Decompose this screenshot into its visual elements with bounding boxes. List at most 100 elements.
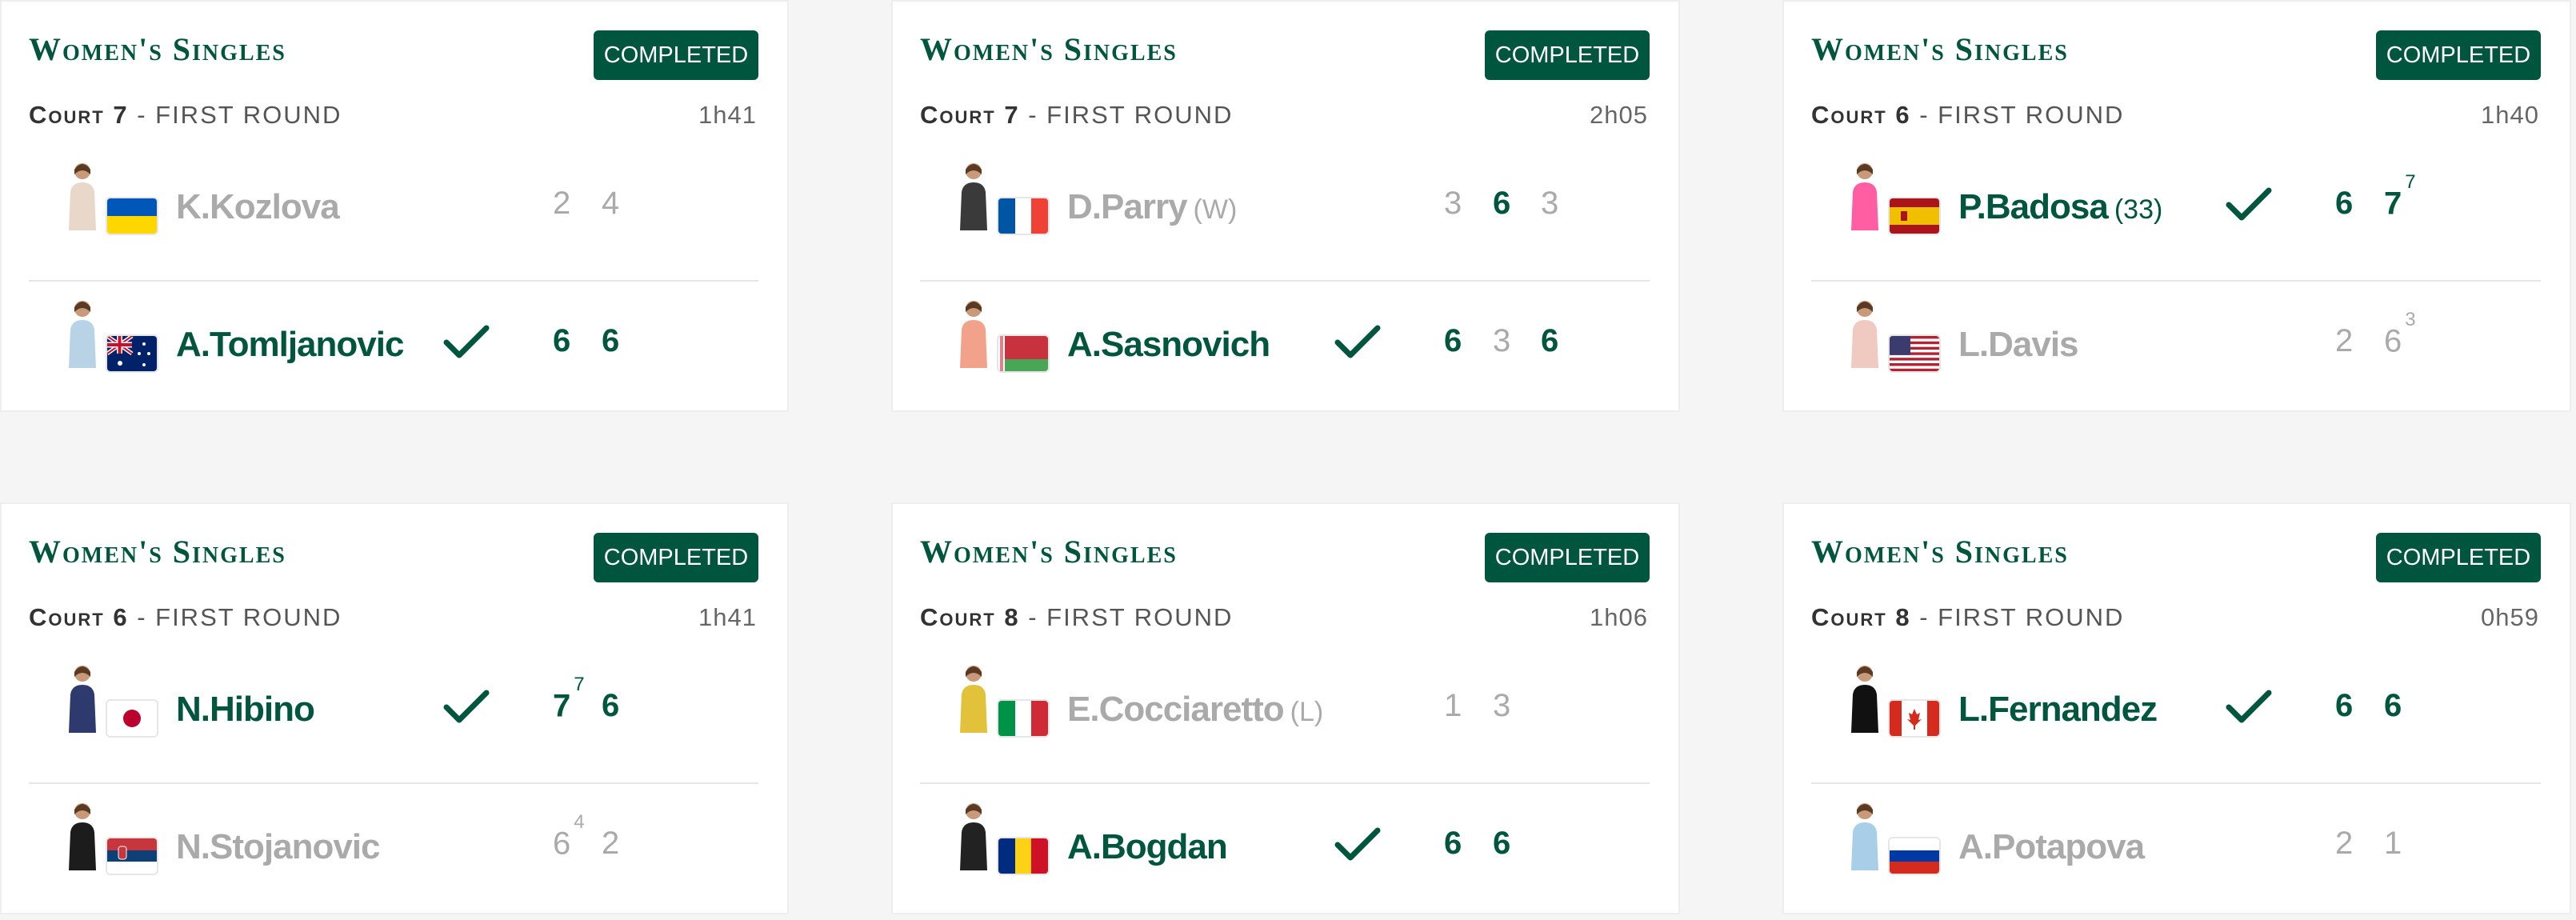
round-label: - FIRST ROUND	[1910, 101, 2125, 129]
set-score: 6	[1444, 323, 1462, 358]
set-score: 2	[2335, 826, 2354, 861]
set-score: 77	[2384, 171, 2416, 222]
set-score: 6	[602, 323, 620, 358]
court-name: Court 6	[29, 603, 129, 631]
set-scores: 77 6	[29, 646, 758, 782]
status-badge: COMPLETED	[1485, 30, 1650, 80]
set-scores: 64 2	[29, 784, 758, 920]
tiebreak-score: 7	[574, 674, 585, 695]
court-name: Court 7	[920, 101, 1020, 129]
event-title: Women's Singles	[920, 534, 1178, 570]
match-duration: 1h06	[1590, 603, 1648, 631]
set-score: 1	[1444, 688, 1462, 723]
player-row[interactable]: N.Hibino 77 6	[29, 646, 758, 784]
event-title: Women's Singles	[29, 534, 286, 570]
status-badge: COMPLETED	[2376, 30, 2541, 80]
player-row[interactable]: A.Sasnovich 636	[920, 282, 1650, 418]
event-title: Women's Singles	[920, 31, 1178, 67]
match-card[interactable]: Women's Singles COMPLETED Court 7 - FIRS…	[891, 0, 1680, 412]
match-duration: 1h41	[698, 603, 757, 631]
set-score: 3	[1493, 323, 1511, 358]
court-info: Court 8 - FIRST ROUND	[920, 603, 1233, 632]
status-badge: COMPLETED	[2376, 533, 2541, 582]
match-duration: 1h41	[698, 101, 757, 129]
court-info: Court 7 - FIRST ROUND	[920, 101, 1233, 130]
set-score: 6	[602, 688, 620, 723]
set-score: 3	[1493, 688, 1511, 723]
set-score: 3	[1444, 186, 1462, 221]
player-row[interactable]: P.Badosa (33) 6 77	[1811, 144, 2541, 282]
set-scores: 66	[920, 784, 1650, 920]
set-score: 3	[1541, 186, 1559, 221]
match-duration: 1h40	[2481, 101, 2539, 129]
winner-check-icon	[1334, 323, 1381, 362]
winner-check-icon	[443, 688, 490, 726]
court-name: Court 6	[1811, 101, 1911, 129]
set-score: 64	[553, 811, 585, 862]
player-row[interactable]: L.Fernandez 66	[1811, 646, 2541, 784]
winner-check-icon	[2226, 186, 2272, 224]
player-row[interactable]: N.Stojanovic 64 2	[29, 784, 758, 920]
tiebreak-score: 3	[2405, 309, 2416, 330]
set-score: 63	[2384, 309, 2416, 359]
set-scores: 2 63	[1811, 282, 2541, 418]
match-card[interactable]: Women's Singles COMPLETED Court 8 - FIRS…	[891, 502, 1680, 914]
player-row[interactable]: E.Cocciaretto (L) 13	[920, 646, 1650, 784]
winner-check-icon	[1334, 826, 1381, 864]
court-info: Court 6 - FIRST ROUND	[29, 603, 342, 632]
set-scores: 636	[920, 282, 1650, 418]
set-scores: 13	[920, 646, 1650, 782]
status-badge: COMPLETED	[1485, 533, 1650, 582]
winner-check-icon	[443, 323, 490, 362]
set-scores: 363	[920, 144, 1650, 280]
set-scores: 66	[1811, 646, 2541, 782]
player-row[interactable]: A.Potapova 21	[1811, 784, 2541, 920]
court-info: Court 6 - FIRST ROUND	[1811, 101, 2124, 130]
set-score: 6	[2335, 688, 2354, 723]
match-card[interactable]: Women's Singles COMPLETED Court 7 - FIRS…	[0, 0, 789, 412]
set-scores: 21	[1811, 784, 2541, 920]
set-score: 6	[553, 323, 571, 358]
set-scores: 66	[29, 282, 758, 418]
tiebreak-score: 7	[2405, 171, 2416, 193]
court-name: Court 7	[29, 101, 129, 129]
round-label: - FIRST ROUND	[1019, 603, 1234, 631]
set-score: 1	[2384, 826, 2402, 861]
winner-check-icon	[2226, 688, 2272, 726]
court-name: Court 8	[1811, 603, 1911, 631]
round-label: - FIRST ROUND	[1019, 101, 1234, 129]
match-duration: 2h05	[1590, 101, 1648, 129]
set-scores: 24	[29, 144, 758, 280]
set-score: 6	[2384, 688, 2402, 723]
match-card[interactable]: Women's Singles COMPLETED Court 8 - FIRS…	[1782, 502, 2571, 914]
status-badge: COMPLETED	[594, 533, 758, 582]
event-title: Women's Singles	[1811, 31, 2069, 67]
player-row[interactable]: A.Tomljanovic 66	[29, 282, 758, 418]
player-row[interactable]: K.Kozlova 24	[29, 144, 758, 282]
set-score: 6	[2335, 186, 2354, 221]
court-info: Court 8 - FIRST ROUND	[1811, 603, 2124, 632]
set-score: 2	[553, 186, 571, 221]
set-score: 4	[602, 186, 620, 221]
event-title: Women's Singles	[1811, 534, 2069, 570]
player-row[interactable]: D.Parry (W) 363	[920, 144, 1650, 282]
match-card[interactable]: Women's Singles COMPLETED Court 6 - FIRS…	[1782, 0, 2571, 412]
set-score: 2	[602, 826, 620, 861]
round-label: - FIRST ROUND	[1910, 603, 2125, 631]
player-row[interactable]: L.Davis 2 63	[1811, 282, 2541, 418]
match-duration: 0h59	[2481, 603, 2539, 631]
set-score: 6	[1493, 826, 1511, 861]
set-scores: 6 77	[1811, 144, 2541, 280]
set-score: 2	[2335, 323, 2354, 358]
player-row[interactable]: A.Bogdan 66	[920, 784, 1650, 920]
set-score: 6	[1493, 186, 1511, 221]
match-card[interactable]: Women's Singles COMPLETED Court 6 - FIRS…	[0, 502, 789, 914]
set-score: 77	[553, 674, 585, 724]
set-score: 6	[1541, 323, 1559, 358]
court-name: Court 8	[920, 603, 1020, 631]
round-label: - FIRST ROUND	[128, 101, 342, 129]
round-label: - FIRST ROUND	[128, 603, 342, 631]
court-info: Court 7 - FIRST ROUND	[29, 101, 342, 130]
tiebreak-score: 4	[574, 811, 585, 833]
status-badge: COMPLETED	[594, 30, 758, 80]
